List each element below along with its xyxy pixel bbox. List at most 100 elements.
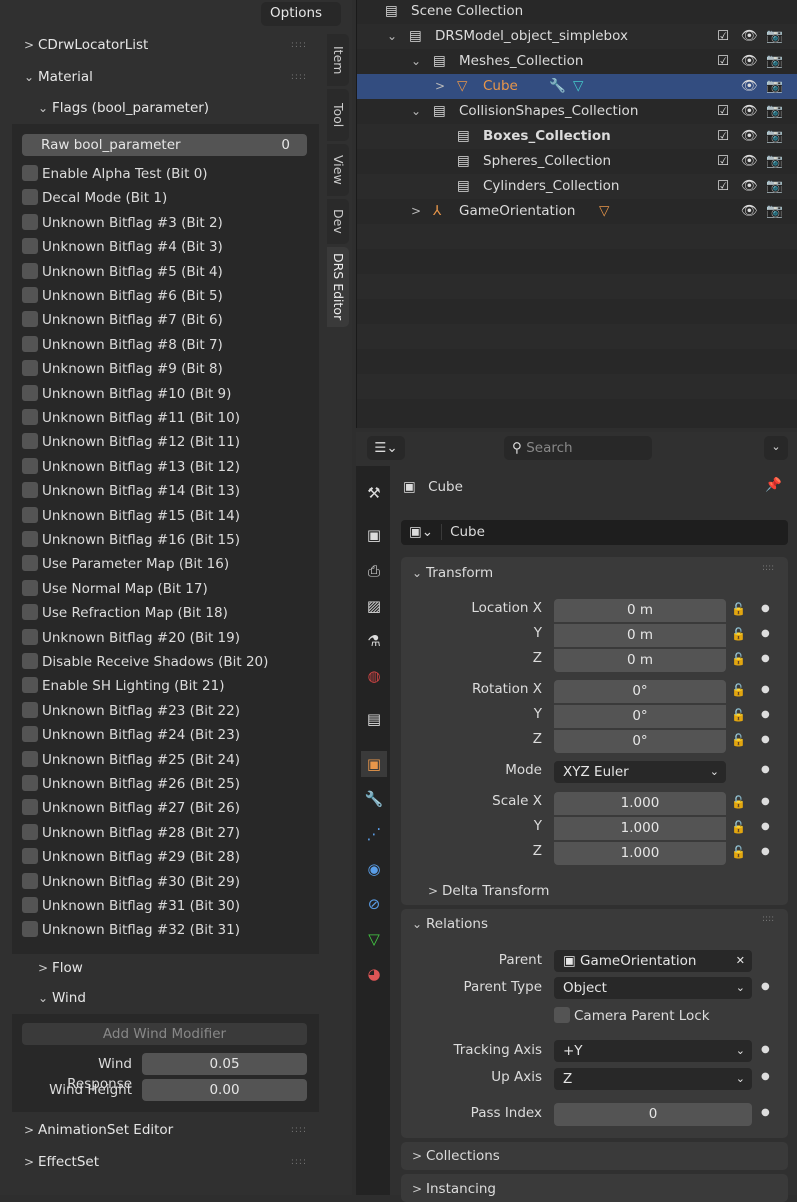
rotation-mode-dropdown[interactable]: XYZ Euler ⌄ [554,761,726,783]
drag-grip-icon[interactable]: :::: [291,1116,307,1144]
camera-icon[interactable]: 📷 [766,149,783,174]
scale-z-field[interactable]: 1.000 [554,842,726,865]
pin-icon[interactable]: 📌 [765,477,782,493]
constraints-icon[interactable]: ⊘ [361,891,387,917]
lock-icon[interactable]: 🔓 [731,820,746,834]
keyframe-dot-icon[interactable]: ● [761,603,770,614]
flag-checkbox-row[interactable]: Disable Receive Shadows (Bit 20) [22,652,268,672]
collections-header[interactable]: > Collections [412,1146,500,1166]
parent-type-dropdown[interactable]: Object ⌄ [554,977,752,999]
camera-icon[interactable]: 📷 [766,124,783,149]
modifier-icon[interactable]: 🔧 [361,786,387,812]
parent-field[interactable]: ▣ GameOrientation ✕ [554,950,752,972]
camera-icon[interactable]: 📷 [766,74,783,99]
flag-checkbox-row[interactable]: Unknown Bitflag #4 (Bit 3) [22,237,223,257]
location-y-field[interactable]: 0 m [554,624,726,647]
particles-icon[interactable]: ⋰ [361,821,387,847]
physics-icon[interactable]: ◉ [361,856,387,882]
instancing-header[interactable]: > Instancing [412,1179,496,1199]
add-wind-modifier-button[interactable]: Add Wind Modifier [22,1023,307,1045]
checkbox-checked-icon[interactable]: ☑ [717,99,729,124]
flag-checkbox-row[interactable]: Unknown Bitflag #5 (Bit 4) [22,262,223,282]
flag-checkbox-row[interactable]: Use Normal Map (Bit 17) [22,579,208,599]
eye-icon[interactable]: 👁 [741,99,758,124]
keyframe-dot-icon[interactable]: ● [761,846,770,857]
eye-icon[interactable]: 👁 [741,49,758,74]
checkbox[interactable] [22,506,38,523]
drag-grip-icon[interactable]: :::: [291,1148,307,1176]
checkbox-checked-icon[interactable]: ☑ [717,174,729,199]
subpanel-header-flow[interactable]: > Flow [12,954,319,982]
transform-header[interactable]: ⌄ Transform [412,563,493,583]
keyframe-dot-icon[interactable]: ● [761,653,770,664]
checkbox[interactable] [22,750,38,767]
pass-index-field[interactable]: 0 [554,1103,752,1126]
flag-checkbox-row[interactable]: Unknown Bitflag #6 (Bit 5) [22,286,223,306]
checkbox[interactable] [22,311,38,328]
lock-icon[interactable]: 🔓 [731,602,746,616]
subpanel-header-wind[interactable]: ⌄ Wind [12,984,319,1012]
drag-grip-icon[interactable]: :::: [762,563,774,573]
flag-checkbox-row[interactable]: Unknown Bitflag #20 (Bit 19) [22,628,240,648]
panel-header-material[interactable]: ⌄ Material:::: [12,63,319,91]
chevron-down-icon[interactable]: ⌄ [411,49,421,74]
checkbox[interactable] [22,287,38,303]
flag-checkbox-row[interactable]: Use Refraction Map (Bit 18) [22,603,228,623]
checkbox[interactable] [22,531,38,547]
lock-icon[interactable]: 🔓 [731,708,746,722]
keyframe-dot-icon[interactable]: ● [761,764,770,775]
camera-icon[interactable]: 📷 [766,49,783,74]
camera-icon[interactable]: 📷 [766,99,783,124]
checkbox[interactable] [22,457,38,474]
raw-bool-parameter-field[interactable]: Raw bool_parameter 0 [22,134,307,156]
checkbox[interactable] [22,872,38,889]
eye-icon[interactable]: 👁 [741,149,758,174]
checkbox[interactable] [22,604,38,621]
chevron-right-icon[interactable]: > [411,199,421,224]
checkbox[interactable] [22,701,38,718]
location-x-field[interactable]: 0 m [554,599,726,622]
checkbox[interactable] [22,262,38,279]
checkbox[interactable] [22,213,38,230]
checkbox[interactable] [22,799,38,816]
keyframe-dot-icon[interactable]: ● [761,1071,770,1082]
tab-drs-editor[interactable]: DRS Editor [327,247,349,327]
delta-transform-header[interactable]: > Delta Transform [428,881,549,901]
flag-checkbox-row[interactable]: Unknown Bitflag #8 (Bit 7) [22,335,223,355]
checkbox[interactable] [22,897,38,913]
flag-checkbox-row[interactable]: Unknown Bitflag #30 (Bit 29) [22,872,240,892]
panel-header-animationset[interactable]: > AnimationSet Editor:::: [12,1116,319,1144]
scene-icon[interactable]: ⚗ [361,628,387,654]
outliner-row[interactable]: ⌄ ▤ Meshes_Collection ☑ 👁 📷 [357,49,797,74]
flag-checkbox-row[interactable]: Unknown Bitflag #28 (Bit 27) [22,823,240,843]
flag-checkbox-row[interactable]: Unknown Bitflag #11 (Bit 10) [22,408,240,428]
checkbox[interactable] [22,677,38,694]
flag-checkbox-row[interactable]: Use Parameter Map (Bit 16) [22,554,229,574]
material-icon[interactable]: ◕ [361,961,387,987]
checkbox[interactable] [22,335,38,352]
data-icon[interactable]: ▽ [361,926,387,952]
eye-icon[interactable]: 👁 [741,74,758,99]
lock-icon[interactable]: 🔓 [731,733,746,747]
flag-checkbox-row[interactable]: Unknown Bitflag #23 (Bit 22) [22,701,240,721]
tracking-axis-dropdown[interactable]: +Y ⌄ [554,1040,752,1062]
options-dropdown-icon[interactable]: ⌄ [764,436,788,460]
outliner-row[interactable]: ▤ Spheres_Collection ☑ 👁 📷 [357,149,797,174]
flag-checkbox-row[interactable]: Enable Alpha Test (Bit 0) [22,164,208,184]
options-dropdown[interactable]: Options ⌄ [261,2,341,36]
chevron-down-icon[interactable]: ⌄ [387,24,397,49]
rotation-z-field[interactable]: 0° [554,730,726,753]
tab-view[interactable]: View [327,144,349,196]
drag-grip-icon[interactable]: :::: [291,31,307,59]
flag-checkbox-row[interactable]: Unknown Bitflag #14 (Bit 13) [22,481,240,501]
flag-checkbox-row[interactable]: Unknown Bitflag #15 (Bit 14) [22,506,240,526]
checkbox-checked-icon[interactable]: ☑ [717,124,729,149]
outliner-row[interactable]: > ▽ Cube 🔧 ▽ 👁 📷 [357,74,797,99]
outliner-row[interactable]: ▤ Boxes_Collection ☑ 👁 📷 [357,124,797,149]
chevron-down-icon[interactable]: ⌄ [411,99,421,124]
panel-header-effectset[interactable]: > EffectSet:::: [12,1148,319,1176]
checkbox[interactable] [22,360,38,377]
outliner-row[interactable]: ▤ Cylinders_Collection ☑ 👁 📷 [357,174,797,199]
object-type-icon[interactable]: ▣⌄ [401,524,443,540]
checkbox[interactable] [22,482,38,499]
